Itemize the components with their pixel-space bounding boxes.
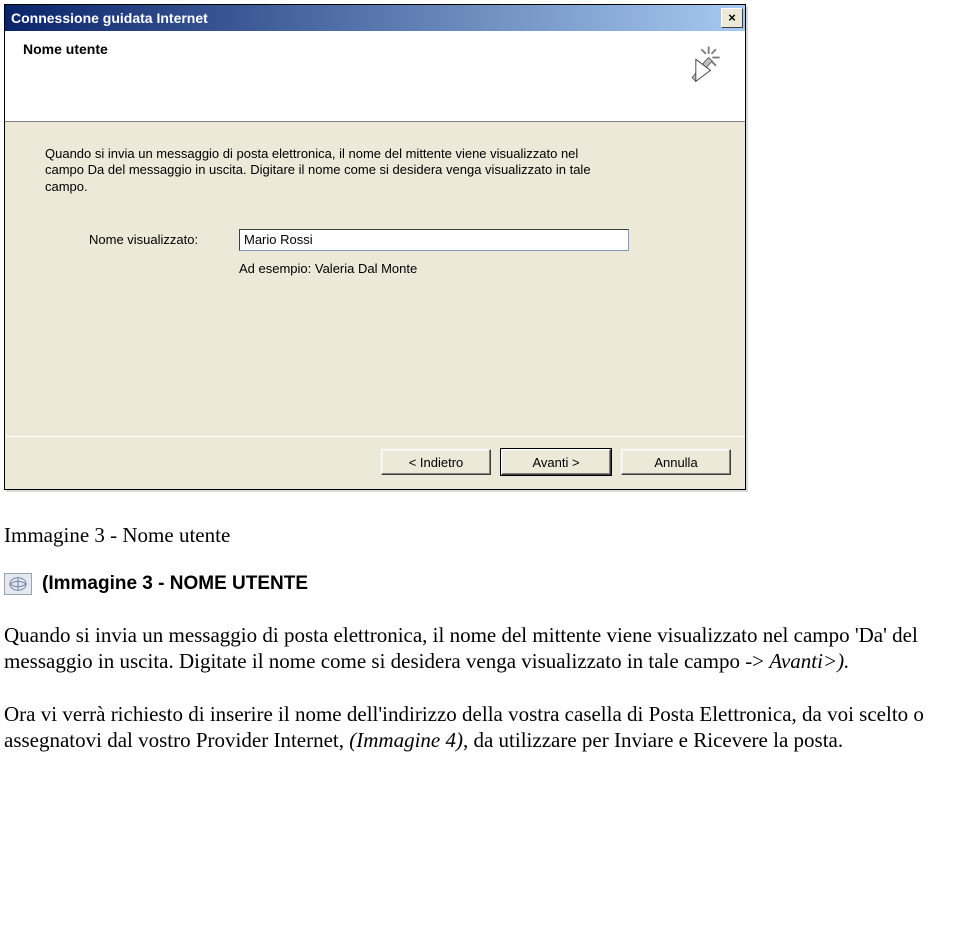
figure-para1-tail: Avanti>). xyxy=(769,649,849,673)
figure-para2-b: , da utilizzare per Inviare e Ricevere l… xyxy=(463,728,843,752)
close-button[interactable]: × xyxy=(721,8,743,28)
figure-para2: Ora vi verrà richiesto di inserire il no… xyxy=(4,701,956,754)
display-name-row: Nome visualizzato: xyxy=(89,229,705,251)
dialog-footer: < Indietro Avanti > Annulla xyxy=(5,436,745,489)
cancel-button[interactable]: Annulla xyxy=(621,449,731,475)
globe-doc-icon xyxy=(4,573,32,595)
display-name-label: Nome visualizzato: xyxy=(89,232,239,247)
figure-para1: Quando si invia un messaggio di posta el… xyxy=(4,622,956,675)
figure-subhead: (Immagine 3 - NOME UTENTE xyxy=(42,572,308,596)
wizard-dialog: Connessione guidata Internet × Nome uten… xyxy=(4,4,746,490)
figure-subhead-row: (Immagine 3 - NOME UTENTE xyxy=(4,572,956,596)
figure-para2-italic: (Immagine 4) xyxy=(349,728,463,752)
dialog-header-title: Nome utente xyxy=(23,41,108,57)
next-button[interactable]: Avanti > xyxy=(501,449,611,475)
close-icon: × xyxy=(728,11,736,25)
dialog-header: Nome utente xyxy=(5,31,745,122)
display-name-input[interactable] xyxy=(239,229,629,251)
dialog-description: Quando si invia un messaggio di posta el… xyxy=(45,146,605,195)
figure-caption: Immagine 3 - Nome utente xyxy=(4,522,956,548)
display-name-example: Ad esempio: Valeria Dal Monte xyxy=(239,261,705,276)
titlebar-text: Connessione guidata Internet xyxy=(11,10,721,26)
back-button[interactable]: < Indietro xyxy=(381,449,491,475)
wand-cursor-icon xyxy=(683,41,727,85)
dialog-body: Quando si invia un messaggio di posta el… xyxy=(5,122,745,436)
titlebar: Connessione guidata Internet × xyxy=(5,5,745,31)
